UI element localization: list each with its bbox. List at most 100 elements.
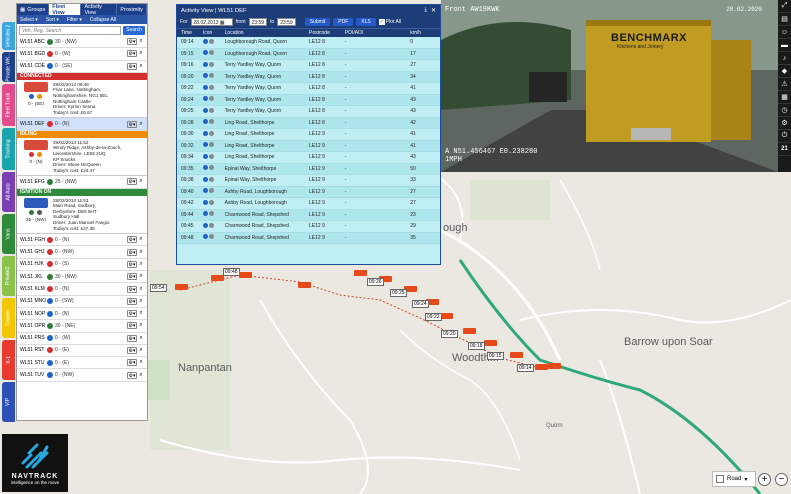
gear-menu-icon[interactable]: ⚙▾ — [127, 334, 137, 342]
pdf-button[interactable]: PDF — [333, 18, 354, 26]
vehicle-row[interactable]: WL51 JKL 30 - (NW) ⚙▾ ⌕ — [17, 271, 147, 284]
car-icon[interactable]: ▬ — [778, 39, 791, 52]
gear-menu-icon[interactable]: ⚙▾ — [127, 236, 137, 244]
gear-menu-icon[interactable]: ⚙▾ — [127, 310, 137, 318]
date-field[interactable]: 28.02.2013 ▦ — [190, 18, 233, 26]
gear-menu-icon[interactable]: ⚙▾ — [127, 50, 137, 58]
gear-menu-icon[interactable]: ⚙▾ — [127, 285, 137, 293]
activity-row[interactable]: 09:28 Ling Road, Shelthorpe LE12 8-42 — [177, 117, 440, 129]
activity-row[interactable]: 09:45 Charnwood Road, Shepshed LE12 9-29 — [177, 221, 440, 233]
xls-button[interactable]: XLS — [356, 18, 376, 26]
grid-icon[interactable]: ▦ — [778, 91, 791, 104]
tab-proximity[interactable]: Proximity — [117, 4, 147, 15]
gear-menu-icon[interactable]: ⚙▾ — [127, 371, 137, 379]
vtab-9[interactable]: X-1 — [2, 340, 15, 380]
activity-row[interactable]: 09:22 Terry Yardley Way, Quorn LE12 8-41 — [177, 83, 440, 95]
vehicle-row[interactable]: WL51 NOP 0 - (N) ⚙▾ ⌕ — [17, 308, 147, 321]
zoom-to-icon[interactable]: ⌕ — [137, 63, 145, 70]
zoom-in-button[interactable]: + — [758, 473, 771, 486]
submit-button[interactable]: Submit — [304, 18, 331, 26]
route-truck-marker[interactable] — [298, 282, 311, 288]
gear-icon[interactable]: ⚙ — [778, 117, 791, 130]
tab-activity-view[interactable]: Activity View — [81, 4, 118, 16]
vehicle-row[interactable]: WL51 TUV 0 - (NW) ⚙▾ ⌕ — [17, 369, 147, 382]
person-icon[interactable]: ☺ — [778, 26, 791, 39]
zoom-to-icon[interactable]: ⌕ — [137, 322, 145, 329]
activity-row[interactable]: 09:20 Terry Yardley Way, Quorn LE12 8-34 — [177, 71, 440, 83]
zoom-to-icon[interactable]: ⌕ — [137, 261, 145, 268]
vehicle-row[interactable]: WL51 CDE 0 - (SE) ⚙▾ ⌕ — [17, 61, 147, 73]
zoom-to-icon[interactable]: ⌕ — [137, 178, 145, 185]
zoom-to-icon[interactable]: ⌕ — [137, 286, 145, 293]
zoom-to-icon[interactable]: ⌕ — [137, 38, 145, 45]
activity-row[interactable]: 09:48 Charnwood Road, Shepshed LE12 9-35 — [177, 232, 440, 244]
dashcam-view[interactable]: BENCHMARX Kitchens and Joinery Front AW1… — [441, 0, 778, 172]
route-truck-marker[interactable] — [463, 328, 476, 334]
route-truck-marker[interactable] — [354, 270, 367, 276]
vtab-7[interactable]: Private2 — [2, 256, 15, 296]
vehicle-row[interactable]: WL51 PRS 0 - (W) ⚙▾ ⌕ — [17, 333, 147, 345]
vehicle-row[interactable]: WL51 OPR 30 - (NE) ⚙▾ ⌕ — [17, 320, 147, 333]
route-truck-marker[interactable] — [484, 340, 497, 346]
gear-menu-icon[interactable]: ⚙▾ — [127, 178, 137, 186]
vehicle-row[interactable]: WL51 STU 0 - (E) ⚙▾ ⌕ — [17, 357, 147, 370]
activity-row[interactable]: 09:35 Epinal Way, Shelthorpe LE12 9-50 — [177, 163, 440, 175]
time-to-field[interactable]: 23:59 — [277, 18, 296, 26]
activity-row[interactable]: 09:40 Ashby Road, Loughborough LE12 9-27 — [177, 186, 440, 198]
route-truck-marker[interactable] — [175, 284, 188, 290]
vehicle-detail-connected[interactable]: 0 - (SE) 28/02/2013 09:48 Friar Lane, No… — [17, 80, 147, 119]
vehicle-row[interactable]: WL51 FGH 0 - (N) ⚙▾ ⌕ — [17, 234, 147, 247]
zoom-to-icon[interactable]: ⌕ — [137, 121, 145, 128]
vehicle-row[interactable]: WL51 HJK 0 - (S) ⚙▾ ⌕ — [17, 259, 147, 272]
activity-row[interactable]: 09:30 Ling Road, Shelthorpe LE12 9-41 — [177, 129, 440, 141]
activity-row[interactable]: 09:15 Loughborough Road, Quorn LE12 8-17 — [177, 48, 440, 60]
expand-icon[interactable]: ⤢ — [778, 0, 791, 13]
gear-menu-icon[interactable]: ⚙▾ — [127, 297, 137, 305]
zoom-to-icon[interactable]: ⌕ — [137, 359, 145, 366]
gear-menu-icon[interactable]: ⚙▾ — [127, 359, 137, 367]
map-type-select[interactable]: Road ▾ — [712, 471, 756, 487]
vehicle-row[interactable]: WL51 ABC 30 - (NW) ⚙▾ ⌕ — [17, 36, 147, 49]
zoom-out-button[interactable]: − — [775, 473, 788, 486]
vehicle-search-input[interactable]: Veh. Reg. Search — [19, 25, 122, 35]
vehicle-detail-ignition[interactable]: 25 - (NW) 28/02/2013 11:53 Main Road, Su… — [17, 196, 147, 235]
vehicle-row[interactable]: WL51 MNO 0 - (SW) ⚙▾ ⌕ — [17, 296, 147, 308]
vtab-2[interactable]: Private WK... — [2, 52, 15, 82]
activity-row[interactable]: 09:42 Ashby Road, Loughborough LE12 9-27 — [177, 198, 440, 210]
vtab-6[interactable]: Vans — [2, 214, 15, 254]
zoom-to-icon[interactable]: ⌕ — [137, 249, 145, 256]
activity-row[interactable]: 09:34 Ling Road, Shelthorpe LE12 9-43 — [177, 152, 440, 164]
route-truck-marker[interactable] — [440, 313, 453, 319]
vtab-3[interactable]: Fleet Track — [2, 84, 15, 126]
download-icon[interactable]: ⤓ — [424, 7, 427, 14]
zoom-to-icon[interactable]: ⌕ — [137, 236, 145, 243]
gear-menu-icon[interactable]: ⚙▾ — [127, 248, 137, 256]
vehicle-row-def[interactable]: WL51 DEF 0 - (N) ⚙▾ ⌕ — [17, 118, 147, 131]
plot-all-checkbox[interactable]: ✓ Plot All — [378, 19, 401, 25]
gear-menu-icon[interactable]: ⚙▾ — [127, 120, 137, 128]
zoom-to-icon[interactable]: ⌕ — [137, 298, 145, 305]
gear-menu-icon[interactable]: ⚙▾ — [127, 62, 137, 70]
warning-icon[interactable]: ⚠ — [778, 78, 791, 91]
zoom-to-icon[interactable]: ⌕ — [137, 335, 145, 342]
activity-row[interactable]: 09:44 Charnwood Road, Shepshed LE12 9-23 — [177, 209, 440, 221]
tag-icon[interactable]: ◆ — [778, 65, 791, 78]
vtab-4[interactable]: Tracking — [2, 128, 15, 170]
count-badge[interactable]: 21 — [778, 143, 791, 156]
vtab-8[interactable]: Tracker — [2, 298, 15, 338]
power-icon[interactable]: ⏻ — [778, 130, 791, 143]
zoom-to-icon[interactable]: ⌕ — [137, 310, 145, 317]
vehicle-row[interactable]: WL51 GHJ 0 - (NW) ⚙▾ ⌕ — [17, 246, 147, 259]
gear-menu-icon[interactable]: ⚙▾ — [127, 273, 137, 281]
search-button[interactable]: Search — [123, 25, 145, 35]
route-truck-marker[interactable] — [535, 364, 548, 370]
activity-row[interactable]: 09:24 Terry Yardley Way, Quorn LE12 8-43 — [177, 94, 440, 106]
zoom-to-icon[interactable]: ⌕ — [137, 372, 145, 379]
vtab-1[interactable]: Vehicles 2 — [2, 22, 15, 50]
close-icon[interactable]: ✕ — [431, 7, 436, 14]
sort-menu[interactable]: Sort ▾ — [46, 17, 59, 23]
activity-row[interactable]: 09:32 Ling Road, Shelthorpe LE12 9-41 — [177, 140, 440, 152]
select-menu[interactable]: Select ▾ — [20, 17, 38, 23]
vtab-5[interactable]: All Auto — [2, 172, 15, 212]
vehicle-detail-idling[interactable]: 0 - (N) 28/02/2013 11:52 Windy Ridge, As… — [17, 138, 147, 177]
